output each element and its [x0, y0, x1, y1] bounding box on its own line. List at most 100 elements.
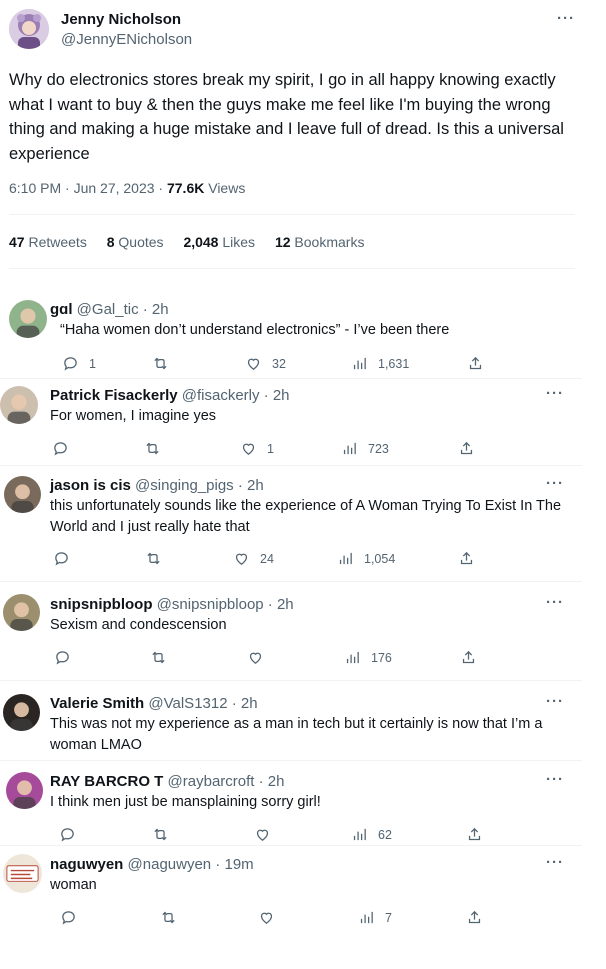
author-handle[interactable]: @Gal_tic · 2h	[77, 301, 169, 318]
like-button[interactable]: 32	[245, 355, 286, 372]
avatar[interactable]	[9, 9, 49, 49]
divider	[0, 378, 582, 379]
views-count: 7	[385, 910, 392, 925]
like-button[interactable]	[247, 649, 274, 666]
avatar-image	[3, 594, 40, 631]
reply-header: snipsnipbloop @snipsnipbloop · 2h	[50, 596, 294, 613]
share-button[interactable]	[467, 355, 484, 372]
author-handle[interactable]: @ValS1312 · 2h	[148, 695, 257, 712]
share-button[interactable]	[460, 649, 477, 666]
retweet-button[interactable]	[145, 550, 172, 567]
more-options-icon[interactable]: ···	[546, 771, 564, 788]
reply-header: jason is cis @singing_pigs · 2h	[50, 477, 264, 494]
likes-count: 1	[267, 441, 274, 456]
like-icon	[233, 550, 250, 567]
share-icon	[467, 355, 484, 372]
more-options-icon[interactable]: ···	[557, 10, 575, 27]
reply-icon	[53, 550, 70, 567]
avatar[interactable]	[0, 386, 38, 424]
views-icon	[351, 826, 368, 843]
avatar-image	[9, 9, 49, 49]
avatar[interactable]	[3, 594, 40, 631]
retweet-icon	[144, 440, 161, 457]
like-button[interactable]: 24	[233, 550, 274, 567]
share-button[interactable]	[466, 826, 483, 843]
author-name[interactable]: jason is cis	[50, 477, 131, 494]
reply-text: this unfortunately sounds like the exper…	[50, 498, 562, 535]
views-button[interactable]: 1,631	[351, 355, 409, 372]
retweet-icon	[145, 550, 162, 567]
retweets-stat[interactable]: 47 Retweets	[9, 234, 87, 250]
reply-button[interactable]	[60, 909, 87, 926]
author-name[interactable]: naguwyen	[50, 856, 123, 873]
share-button[interactable]	[458, 440, 475, 457]
views-icon	[341, 440, 358, 457]
author-handle[interactable]: @fisackerly · 2h	[182, 387, 290, 404]
author-name[interactable]: Patrick Fisackerly	[50, 387, 178, 404]
reply-button[interactable]	[52, 440, 79, 457]
more-options-icon[interactable]: ···	[546, 475, 564, 492]
reply-actions: 62	[0, 826, 600, 846]
author-handle[interactable]: @JennyENicholson	[61, 31, 192, 48]
tweet-timestamp: 6:10 PM · Jun 27, 2023 · 77.6K Views	[9, 180, 245, 196]
retweet-button[interactable]	[152, 826, 179, 843]
divider	[0, 465, 582, 466]
reply-actions: 24 1,054	[0, 550, 600, 570]
divider	[0, 845, 582, 846]
views-button[interactable]: 176	[344, 649, 392, 666]
timestamp-text[interactable]: 6:10 PM · Jun 27, 2023 ·	[9, 180, 167, 196]
avatar[interactable]	[6, 772, 43, 809]
author-handle[interactable]: @singing_pigs · 2h	[135, 477, 264, 494]
avatar[interactable]	[9, 300, 47, 338]
share-icon	[466, 826, 483, 843]
avatar[interactable]	[3, 694, 40, 731]
share-button[interactable]	[458, 550, 475, 567]
avatar[interactable]	[4, 476, 41, 513]
avatar[interactable]	[3, 854, 42, 893]
views-icon	[358, 909, 375, 926]
quotes-stat[interactable]: 8 Quotes	[107, 234, 164, 250]
author-handle[interactable]: @naguwyen · 19m	[128, 856, 254, 873]
retweet-icon	[150, 649, 167, 666]
more-options-icon[interactable]: ···	[546, 594, 564, 611]
author-handle[interactable]: @raybarcroft · 2h	[168, 773, 285, 790]
author-name[interactable]: Valerie Smith	[50, 695, 144, 712]
like-button[interactable]	[258, 909, 285, 926]
author-name[interactable]: RAY BARCRO T	[50, 773, 163, 790]
more-options-icon[interactable]: ···	[546, 693, 564, 710]
share-icon	[458, 550, 475, 567]
reply-icon	[52, 440, 69, 457]
author-name[interactable]: Jenny Nicholson	[61, 11, 181, 28]
author-handle[interactable]: @snipsnipbloop · 2h	[157, 596, 294, 613]
reply-button[interactable]	[54, 649, 81, 666]
retweet-button[interactable]	[150, 649, 177, 666]
reply-header: naguwyen @naguwyen · 19m	[50, 856, 254, 873]
retweet-button[interactable]	[144, 440, 171, 457]
author-name[interactable]: snipsnipbloop	[50, 596, 153, 613]
more-options-icon[interactable]: ···	[546, 385, 564, 402]
retweet-icon	[160, 909, 177, 926]
like-button[interactable]	[254, 826, 281, 843]
views-button[interactable]: 723	[341, 440, 389, 457]
retweet-button[interactable]	[160, 909, 187, 926]
like-icon	[247, 649, 264, 666]
like-icon	[245, 355, 262, 372]
author-name[interactable]: ɡɑl	[50, 301, 73, 318]
views-button[interactable]: 1,054	[337, 550, 395, 567]
like-button[interactable]: 1	[240, 440, 274, 457]
avatar-image	[3, 854, 42, 893]
share-button[interactable]	[466, 909, 483, 926]
retweet-button[interactable]	[152, 355, 179, 372]
views-button[interactable]: 7	[358, 909, 392, 926]
views-count: 1,631	[378, 356, 410, 371]
likes-stat[interactable]: 2,048 Likes	[183, 234, 255, 250]
bookmarks-stat[interactable]: 12 Bookmarks	[275, 234, 365, 250]
reply-icon	[62, 355, 79, 372]
reply-button[interactable]	[53, 550, 80, 567]
views-button[interactable]: 62	[351, 826, 392, 843]
avatar-image	[9, 300, 47, 338]
reply-button[interactable]	[59, 826, 86, 843]
reply-button[interactable]: 1	[62, 355, 96, 372]
more-options-icon[interactable]: ···	[546, 854, 564, 871]
views-count: 77.6K	[166, 180, 205, 196]
